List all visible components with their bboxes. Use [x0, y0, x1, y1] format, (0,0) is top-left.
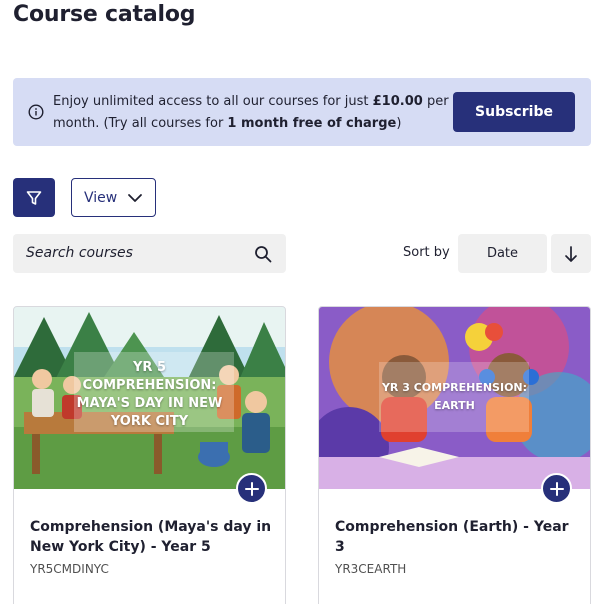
search-placeholder: Search courses [26, 245, 133, 261]
sort-value: Date [486, 246, 519, 261]
add-course-button[interactable] [541, 473, 572, 504]
filter-icon [26, 190, 42, 205]
subscribe-button[interactable]: Subscribe [453, 92, 575, 132]
plus-icon [549, 481, 564, 496]
view-dropdown-label: View [84, 189, 118, 206]
sort-direction-button[interactable] [551, 234, 591, 273]
banner-message: Enjoy unlimited access to all our course… [53, 94, 449, 131]
course-thumbnail-label: YR 5 COMPREHENSION: MAYA'S DAY IN NEW YO… [76, 360, 223, 429]
course-title[interactable]: Comprehension (Maya's day in New York Ci… [30, 517, 275, 557]
course-thumbnail: YR 3 COMPREHENSION: EARTH [319, 307, 590, 489]
course-thumbnail-label: YR 3 COMPREHENSION: EARTH [381, 381, 528, 412]
plus-icon [244, 481, 259, 496]
banner-trial: 1 month free of charge [227, 116, 397, 131]
course-code: YR5CMDINYC [30, 562, 109, 576]
page-title: Course catalog [13, 2, 196, 27]
add-course-button[interactable] [236, 473, 267, 504]
sort-label: Sort by [403, 245, 450, 260]
info-icon [28, 104, 44, 120]
arrow-down-icon [565, 245, 577, 262]
sort-select[interactable]: Date [458, 234, 547, 273]
search-input[interactable]: Search courses [13, 234, 286, 273]
course-thumbnail: YR 5 COMPREHENSION: MAYA'S DAY IN NEW YO… [14, 307, 285, 489]
search-icon[interactable] [254, 245, 272, 263]
course-title[interactable]: Comprehension (Earth) - Year 3 [335, 517, 580, 557]
banner-price: £10.00 [372, 94, 423, 109]
filter-button[interactable] [13, 178, 55, 217]
course-code: YR3CEARTH [335, 562, 407, 576]
course-card[interactable]: YR 3 COMPREHENSION: EARTH Comprehension … [318, 306, 591, 604]
subscription-banner: Enjoy unlimited access to all our course… [13, 78, 591, 146]
course-card[interactable]: YR 5 COMPREHENSION: MAYA'S DAY IN NEW YO… [13, 306, 286, 604]
chevron-down-icon [128, 194, 142, 202]
view-dropdown[interactable]: View [71, 178, 156, 217]
